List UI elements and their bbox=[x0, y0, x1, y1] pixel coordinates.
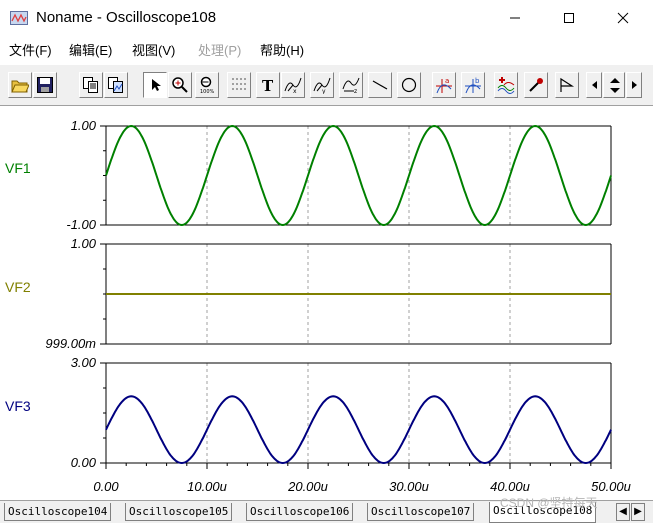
x-tick-label: 0.00 bbox=[93, 479, 119, 494]
minimize-icon bbox=[510, 17, 520, 19]
svg-text:z: z bbox=[354, 88, 357, 94]
line-button[interactable] bbox=[368, 72, 392, 98]
title-bar: Noname - Oscilloscope108 bbox=[0, 0, 653, 36]
channel-label: VF2 bbox=[5, 279, 31, 295]
circle-icon bbox=[401, 77, 417, 93]
label-y-icon: y bbox=[313, 77, 331, 94]
menu-file[interactable]: 文件(F) bbox=[9, 40, 52, 59]
line-icon bbox=[372, 80, 388, 90]
y-tick-label-min: 0.00 bbox=[71, 455, 97, 470]
close-button[interactable] bbox=[600, 0, 646, 36]
pointer-icon bbox=[152, 79, 161, 91]
oscilloscope-plot-area[interactable]: 1.00 -1.00 VF1 1.00 999.00m VF2 3.00 0.00 VF3 0.0… bbox=[0, 106, 653, 500]
plot-frames bbox=[100, 125, 612, 469]
tab-scroll-left-icon: ◀ bbox=[619, 506, 627, 517]
probe-button[interactable] bbox=[524, 72, 548, 98]
pointer-button[interactable] bbox=[143, 72, 167, 98]
maximize-icon bbox=[564, 13, 574, 23]
copy-image-icon bbox=[108, 77, 123, 93]
scroll-left-button[interactable] bbox=[586, 72, 602, 98]
label-x-icon: x bbox=[284, 77, 302, 94]
scroll-left-icon bbox=[592, 81, 597, 89]
y-tick-label-min: -1.00 bbox=[66, 217, 96, 232]
add-trace-icon bbox=[497, 77, 515, 94]
zoom-100-icon: 100% bbox=[200, 76, 215, 94]
svg-text:a: a bbox=[445, 77, 449, 85]
trace-vf1 bbox=[105, 124, 612, 227]
cursor-a-icon: a bbox=[436, 77, 452, 94]
svg-text:100%: 100% bbox=[200, 89, 215, 94]
svg-text:T: T bbox=[262, 77, 274, 94]
grid-icon bbox=[232, 78, 246, 90]
maximize-button[interactable] bbox=[546, 0, 592, 36]
grid-button[interactable] bbox=[227, 72, 251, 98]
tab-oscilloscope105[interactable]: Oscilloscope105 bbox=[125, 503, 233, 521]
cursor-a-button[interactable]: a bbox=[432, 72, 456, 98]
text-icon: T bbox=[262, 77, 274, 94]
copy-icon bbox=[83, 77, 98, 93]
menu-help[interactable]: 帮助(H) bbox=[260, 40, 304, 59]
watermark: CSDN @坚持每天 bbox=[500, 496, 598, 510]
x-tick-label: 40.00u bbox=[490, 479, 530, 494]
flag-icon bbox=[560, 77, 575, 92]
cursor-b-icon: b bbox=[465, 77, 481, 94]
cursor-b-button[interactable]: b bbox=[461, 72, 485, 98]
tab-oscilloscope107[interactable]: Oscilloscope107 bbox=[367, 503, 475, 521]
svg-text:b: b bbox=[475, 77, 480, 85]
zoom-in-icon bbox=[172, 77, 188, 93]
menu-bar: 文件(F) 编辑(E) 视图(V) 处理(P) 帮助(H) bbox=[0, 36, 653, 60]
y-tick-label-max: 1.00 bbox=[71, 118, 97, 133]
y-tick-label-max: 3.00 bbox=[71, 355, 97, 370]
svg-text:y: y bbox=[322, 88, 326, 94]
zoom-100-button[interactable]: 100% bbox=[195, 72, 219, 98]
copy-image-button[interactable] bbox=[104, 72, 128, 98]
x-tick-label: 20.00u bbox=[287, 479, 328, 494]
toolbar: 100% T x y z a b bbox=[0, 64, 653, 106]
menu-process[interactable]: 处理(P) bbox=[198, 40, 241, 59]
zoom-in-button[interactable] bbox=[168, 72, 192, 98]
save-button[interactable] bbox=[33, 72, 57, 98]
plot-labels: 1.00 -1.00 VF1 1.00 999.00m VF2 3.00 0.00 VF3 0.0… bbox=[5, 118, 631, 494]
label-z-icon: z bbox=[342, 77, 360, 94]
scroll-right-button[interactable] bbox=[626, 72, 642, 98]
text-button[interactable]: T bbox=[256, 72, 280, 98]
probe-icon bbox=[529, 78, 543, 92]
close-icon bbox=[617, 12, 629, 24]
y-tick-label-min: 999.00m bbox=[45, 336, 96, 351]
label-x-button[interactable]: x bbox=[281, 72, 305, 98]
minimize-button[interactable] bbox=[492, 0, 538, 36]
scroll-updown-icon bbox=[610, 78, 620, 93]
label-y-button[interactable]: y bbox=[310, 72, 334, 98]
window-title: Noname - Oscilloscope108 bbox=[36, 9, 217, 26]
x-tick-label: 30.00u bbox=[389, 479, 429, 494]
channel-label: VF1 bbox=[5, 160, 31, 176]
plot-traces bbox=[105, 124, 612, 465]
tab-scroll-right-button[interactable]: ▶ bbox=[631, 503, 645, 521]
copy-button[interactable] bbox=[79, 72, 103, 98]
x-tick-label: 10.00u bbox=[187, 479, 227, 494]
circle-button[interactable] bbox=[397, 72, 421, 98]
menu-view[interactable]: 视图(V) bbox=[132, 40, 175, 59]
label-z-button[interactable]: z bbox=[339, 72, 363, 98]
scroll-right-icon bbox=[632, 81, 637, 89]
save-icon bbox=[37, 77, 53, 93]
x-tick-label: 50.00u bbox=[591, 479, 631, 494]
open-button[interactable] bbox=[8, 72, 32, 98]
tab-scroll-left-button[interactable]: ◀ bbox=[616, 503, 630, 521]
y-tick-label-max: 1.00 bbox=[71, 236, 97, 251]
open-icon bbox=[11, 80, 29, 93]
oscilloscope-chart: 1.00 -1.00 VF1 1.00 999.00m VF2 3.00 0.00 VF3 0.0… bbox=[5, 118, 631, 494]
oscilloscope-app-icon bbox=[10, 11, 28, 25]
tab-scroll-right-icon: ▶ bbox=[634, 506, 642, 517]
scroll-updown-button[interactable] bbox=[603, 72, 625, 98]
trace-vf3 bbox=[105, 395, 612, 465]
tab-oscilloscope106[interactable]: Oscilloscope106 bbox=[246, 503, 354, 521]
add-trace-button[interactable] bbox=[494, 72, 518, 98]
svg-text:x: x bbox=[293, 88, 297, 94]
flag-button[interactable] bbox=[555, 72, 579, 98]
menu-edit[interactable]: 编辑(E) bbox=[69, 40, 112, 59]
tab-oscilloscope104[interactable]: Oscilloscope104 bbox=[4, 503, 112, 521]
channel-label: VF3 bbox=[5, 398, 31, 414]
